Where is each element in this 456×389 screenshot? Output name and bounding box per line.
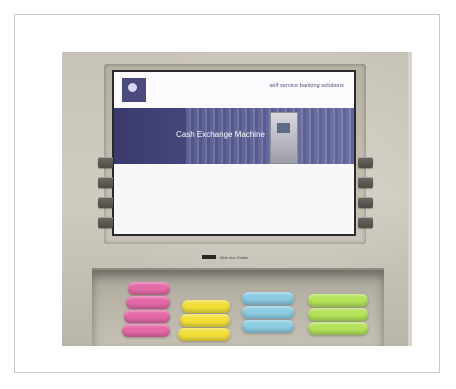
right-function-key-3[interactable] xyxy=(358,197,373,208)
coin-roll-yellow[interactable] xyxy=(182,300,230,313)
right-function-key-4[interactable] xyxy=(358,217,373,228)
coin-roll-blue[interactable] xyxy=(242,292,294,305)
coin-roll-yellow[interactable] xyxy=(180,314,230,327)
screen-tagline: self service banking solutions xyxy=(269,83,344,89)
coin-roll-pink[interactable] xyxy=(128,282,170,295)
atm-photo: self service banking solutions Cash Exch… xyxy=(62,52,412,346)
coin-roll-blue[interactable] xyxy=(242,320,294,333)
coin-roll-pink[interactable] xyxy=(122,324,170,337)
coin-roll-green[interactable] xyxy=(308,308,368,321)
slot-label: Bitte den Rollen xyxy=(220,255,249,260)
coin-roll-pink[interactable] xyxy=(126,296,170,309)
coin-roll-yellow[interactable] xyxy=(178,328,230,341)
coin-roll-pink[interactable] xyxy=(124,310,170,323)
right-function-key-1[interactable] xyxy=(358,157,373,168)
screen-header: self service banking solutions xyxy=(114,72,354,108)
left-function-key-1[interactable] xyxy=(98,157,113,168)
screen-lower-area xyxy=(114,164,354,234)
left-function-key-4[interactable] xyxy=(98,217,113,228)
coin-roll-tray[interactable] xyxy=(92,270,384,346)
brand-logo xyxy=(122,78,146,102)
card-slot[interactable] xyxy=(202,255,216,259)
display-screen: self service banking solutions Cash Exch… xyxy=(112,70,356,236)
machine-illustration xyxy=(270,112,298,164)
right-function-key-2[interactable] xyxy=(358,177,373,188)
banner-title: Cash Exchange Machine xyxy=(176,130,265,139)
left-function-key-2[interactable] xyxy=(98,177,113,188)
screen-banner: Cash Exchange Machine xyxy=(114,108,354,164)
machine-side-edge xyxy=(408,52,412,346)
coin-roll-green[interactable] xyxy=(308,294,368,307)
coin-roll-green[interactable] xyxy=(308,322,368,335)
coin-roll-blue[interactable] xyxy=(242,306,294,319)
left-function-key-3[interactable] xyxy=(98,197,113,208)
